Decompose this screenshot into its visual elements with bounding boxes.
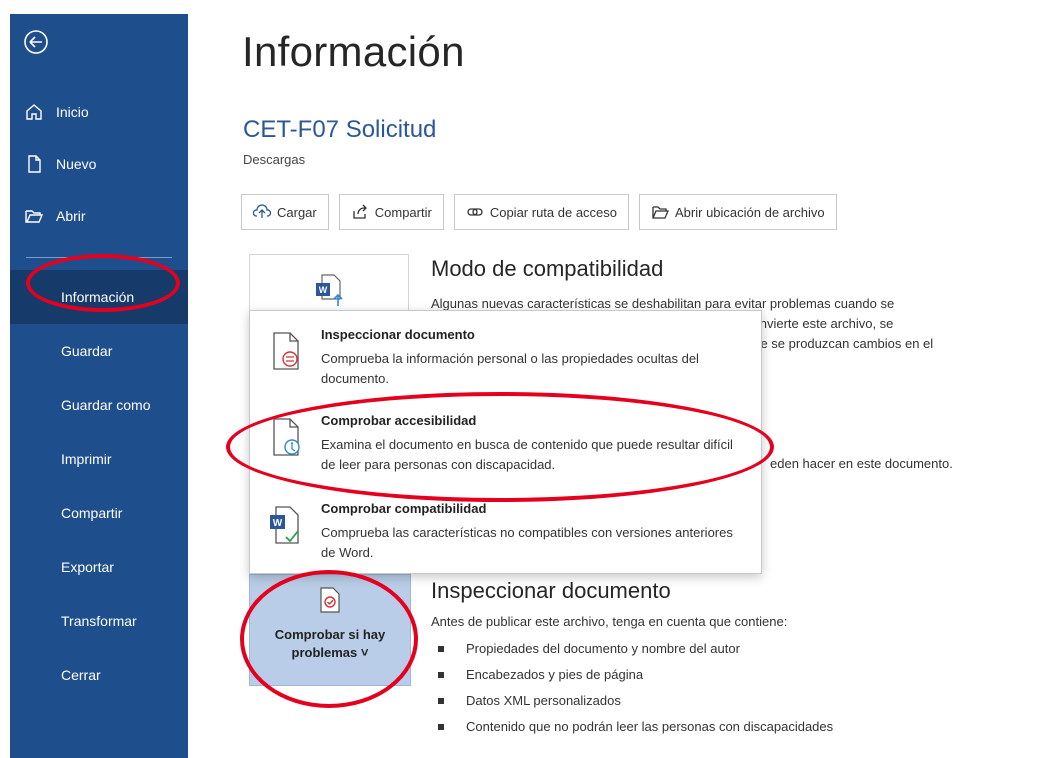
sidebar-item-abrir[interactable]: Abrir: [10, 190, 188, 242]
list-item: Encabezados y pies de página: [438, 662, 833, 688]
folder-icon: [652, 206, 670, 219]
sidebar-item-label: Compartir: [61, 505, 123, 521]
link-icon: [467, 208, 483, 216]
inspect-description: Antes de publicar este archivo, tenga en…: [431, 614, 788, 629]
list-item: Contenido que no podrán leer las persona…: [438, 714, 833, 740]
copy-path-button[interactable]: Copiar ruta de acceso: [453, 194, 630, 230]
compat-title: Modo de compatibilidad: [431, 256, 664, 281]
open-file-location-button-label: Abrir ubicación de archivo: [675, 204, 825, 220]
sidebar-item-label: Imprimir: [61, 451, 112, 467]
open-folder-icon: [25, 210, 44, 223]
inspect-check-icon: [320, 587, 340, 613]
menu-item-check-accessibility[interactable]: Comprobar accesibilidad Examina el docum…: [250, 401, 761, 487]
file-actions-bar: Cargar Compartir Copiar ruta de acceso A…: [241, 194, 837, 230]
menu-item-description: Examina el documento en busca de conteni…: [321, 437, 733, 472]
accessibility-check-icon: [273, 418, 300, 456]
sidebar-item-label: Guardar como: [61, 397, 151, 413]
sidebar-item-label: Abrir: [56, 208, 86, 224]
sidebar-item-inicio[interactable]: Inicio: [10, 86, 188, 138]
permissions-text: eden hacer en este documento.: [770, 456, 953, 471]
share-button[interactable]: Compartir: [338, 194, 444, 230]
upload-button-label: Cargar: [277, 204, 317, 220]
sidebar-item-guardar[interactable]: Guardar: [10, 324, 188, 378]
menu-item-title: Comprobar compatibilidad: [321, 501, 487, 516]
sidebar-item-imprimir[interactable]: Imprimir: [10, 432, 188, 486]
inspect-list: Propiedades del documento y nombre del a…: [438, 636, 833, 740]
document-title: CET-F07 Solicitud: [243, 116, 437, 143]
sidebar-item-informacion[interactable]: Información: [10, 270, 188, 324]
sidebar-item-label: Cerrar: [61, 667, 101, 683]
share-icon: [353, 204, 367, 219]
page-title: Información: [242, 28, 465, 75]
sidebar-item-label: Nuevo: [56, 156, 97, 172]
sidebar-item-label: Inicio: [56, 104, 89, 120]
sidebar-item-guardar-como[interactable]: Guardar como: [10, 378, 188, 432]
open-file-location-button[interactable]: Abrir ubicación de archivo: [639, 194, 837, 230]
svg-text:W: W: [273, 518, 283, 529]
menu-item-description: Comprueba la información personal o las …: [321, 351, 699, 386]
back-arrow-icon: [24, 30, 48, 54]
list-item: Datos XML personalizados: [438, 688, 833, 714]
inspect-title: Inspeccionar documento: [431, 578, 671, 603]
check-issues-label-2: problemas ˅: [291, 645, 369, 660]
compatibility-check-icon: W: [270, 506, 299, 544]
home-icon: [26, 104, 42, 120]
back-button[interactable]: [22, 28, 50, 56]
sidebar-item-label: Información: [61, 289, 135, 305]
backstage-sidebar: Inicio Nuevo Abrir Información Guardar G…: [10, 14, 188, 758]
menu-item-title: Comprobar accesibilidad: [321, 413, 477, 428]
share-button-label: Compartir: [374, 204, 432, 220]
check-issues-button[interactable]: Comprobar si hay problemas ˅: [249, 574, 411, 686]
svg-text:W: W: [319, 285, 328, 295]
copy-path-button-label: Copiar ruta de acceso: [489, 204, 618, 220]
sidebar-item-exportar[interactable]: Exportar: [10, 540, 188, 594]
word-convert-icon: W: [316, 274, 343, 306]
sidebar-item-label: Guardar: [61, 343, 113, 359]
sidebar-item-transformar[interactable]: Transformar: [10, 594, 188, 648]
menu-item-description: Comprueba las características no compati…: [321, 525, 733, 560]
upload-button[interactable]: Cargar: [241, 194, 329, 230]
check-issues-menu: Inspeccionar documento Comprueba la info…: [249, 310, 762, 574]
sidebar-item-cerrar[interactable]: Cerrar: [10, 648, 188, 702]
upload-icon: [253, 204, 271, 218]
check-issues-label-1: Comprobar si hay: [274, 627, 386, 642]
menu-item-title: Inspeccionar documento: [321, 327, 475, 342]
sidebar-item-label: Transformar: [61, 613, 137, 629]
list-item: Propiedades del documento y nombre del a…: [438, 636, 833, 662]
sidebar-item-compartir[interactable]: Compartir: [10, 486, 188, 540]
sidebar-divider: [26, 257, 172, 258]
sidebar-item-label: Exportar: [61, 559, 114, 575]
document-location: Descargas: [243, 152, 306, 167]
new-document-icon: [28, 155, 41, 173]
menu-item-check-compatibility[interactable]: W Comprobar compatibilidad Comprueba las…: [250, 489, 761, 575]
inspect-document-icon: [273, 332, 299, 370]
menu-item-inspect-document[interactable]: Inspeccionar documento Comprueba la info…: [250, 315, 761, 401]
sidebar-item-nuevo[interactable]: Nuevo: [10, 138, 188, 190]
